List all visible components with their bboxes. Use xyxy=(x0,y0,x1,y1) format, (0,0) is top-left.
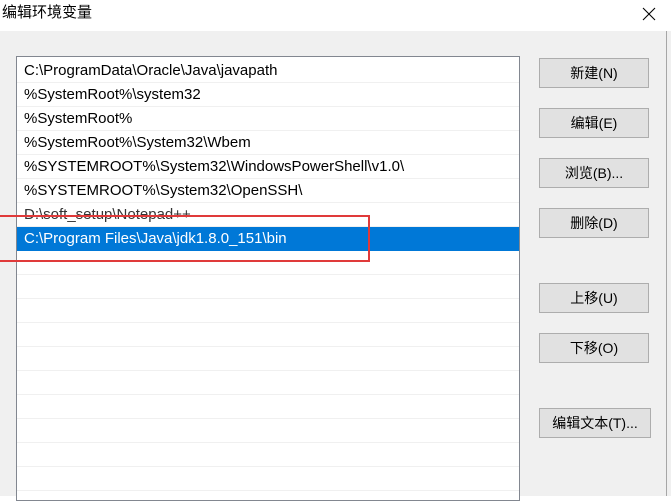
list-item-text: %SystemRoot%\system32 xyxy=(24,86,201,103)
new-button[interactable]: 新建(N) xyxy=(539,58,649,88)
list-item-text: D:\soft_setup\Notepad++ xyxy=(24,206,191,223)
list-item[interactable]: C:\ProgramData\Oracle\Java\javapath xyxy=(17,59,519,83)
list-item[interactable]: %SystemRoot%\System32\Wbem xyxy=(17,131,519,155)
empty-row[interactable] xyxy=(17,275,519,299)
list-item-text: C:\ProgramData\Oracle\Java\javapath xyxy=(24,62,278,79)
title-bar: 编辑环境变量 xyxy=(0,0,671,31)
list-item-text: %SystemRoot% xyxy=(24,110,133,127)
edit-text-button[interactable]: 编辑文本(T)... xyxy=(539,408,651,438)
empty-row[interactable] xyxy=(17,347,519,371)
close-button[interactable] xyxy=(626,0,671,28)
empty-row[interactable] xyxy=(17,419,519,443)
empty-row[interactable] xyxy=(17,443,519,467)
empty-row[interactable] xyxy=(17,299,519,323)
window-border xyxy=(666,31,667,496)
list-item-text: C:\Program Files\Java\jdk1.8.0_151\bin xyxy=(24,230,287,247)
list-item-text: %SYSTEMROOT%\System32\WindowsPowerShell\… xyxy=(24,158,405,175)
list-item[interactable]: %SystemRoot% xyxy=(17,107,519,131)
browse-button[interactable]: 浏览(B)... xyxy=(539,158,649,188)
list-item-selected[interactable]: C:\Program Files\Java\jdk1.8.0_151\bin xyxy=(17,227,519,251)
empty-row[interactable] xyxy=(17,323,519,347)
empty-row[interactable] xyxy=(17,467,519,491)
list-item[interactable]: D:\soft_setup\Notepad++ xyxy=(17,203,519,227)
move-down-button[interactable]: 下移(O) xyxy=(539,333,649,363)
list-item[interactable]: %SYSTEMROOT%\System32\OpenSSH\ xyxy=(17,179,519,203)
empty-row[interactable] xyxy=(17,251,519,275)
empty-row[interactable] xyxy=(17,395,519,419)
list-item[interactable]: %SYSTEMROOT%\System32\WindowsPowerShell\… xyxy=(17,155,519,179)
list-item-text: %SystemRoot%\System32\Wbem xyxy=(24,134,251,151)
edit-button[interactable]: 编辑(E) xyxy=(539,108,649,138)
delete-button[interactable]: 删除(D) xyxy=(539,208,649,238)
move-up-button[interactable]: 上移(U) xyxy=(539,283,649,313)
list-item[interactable]: %SystemRoot%\system32 xyxy=(17,83,519,107)
path-list[interactable]: C:\ProgramData\Oracle\Java\javapath %Sys… xyxy=(16,56,520,501)
list-item-text: %SYSTEMROOT%\System32\OpenSSH\ xyxy=(24,182,303,199)
close-icon xyxy=(642,7,655,21)
window-title: 编辑环境变量 xyxy=(2,4,93,21)
empty-row[interactable] xyxy=(17,371,519,395)
